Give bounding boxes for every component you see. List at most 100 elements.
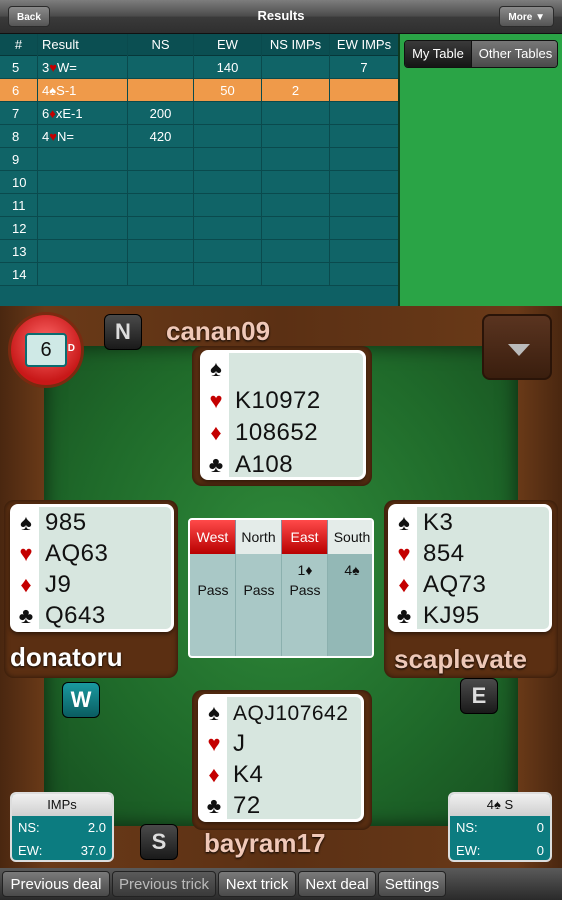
cell-num: 9: [0, 148, 38, 171]
seat-south: S: [140, 824, 178, 860]
imps-score-box: IMPs NS: 2.0 EW: 37.0: [10, 792, 114, 862]
cell-ns-imps: [262, 171, 330, 194]
heart-icon: ♥: [397, 541, 411, 566]
dropdown-menu-button[interactable]: [482, 314, 552, 380]
table-row[interactable]: 9: [0, 148, 398, 171]
table-row[interactable]: 14: [0, 263, 398, 286]
spade-icon: ♠: [210, 356, 222, 381]
cell-result: [38, 263, 128, 286]
table-row[interactable]: 10: [0, 171, 398, 194]
imps-ns-value: 2.0: [87, 820, 106, 835]
bid-header-west: West: [190, 520, 236, 554]
cell-ns: 200: [128, 102, 194, 125]
tab-my-table[interactable]: My Table: [405, 41, 471, 67]
cell-ns-imps: [262, 102, 330, 125]
results-header: # Result NS EW NS IMPs EW IMPs: [0, 34, 398, 56]
north-diamonds-cards: 108652: [235, 419, 319, 446]
cell-num: 14: [0, 263, 38, 286]
south-clubs: ♣ 72: [201, 790, 261, 822]
cell-ew: [194, 263, 262, 286]
previous-deal-button[interactable]: Previous deal: [2, 871, 110, 897]
east-diamonds-cards: AQ73: [423, 571, 487, 598]
cell-ew: 50: [194, 79, 262, 102]
table-row[interactable]: 5 3♥W= 140 7: [0, 56, 398, 79]
table-row[interactable]: 7 6♦xE-1 200: [0, 102, 398, 125]
cell-result: [38, 217, 128, 240]
contract-title: 4♠ S: [450, 794, 550, 816]
cell-ns-imps: [262, 148, 330, 171]
contract-ns-row: NS: 0: [450, 816, 550, 839]
dealer-marker: D: [67, 343, 75, 354]
table-row[interactable]: 8 4♥N= 420: [0, 125, 398, 148]
cell-result: 4♠S-1: [38, 79, 128, 102]
next-trick-button[interactable]: Next trick: [218, 871, 296, 897]
settings-button[interactable]: Settings: [378, 871, 446, 897]
navigation-bar: Back Results More ▼: [0, 0, 562, 34]
bid-north-2: Pass: [243, 582, 275, 598]
north-clubs: ♣ A108: [203, 449, 293, 481]
east-diamonds: ♦ AQ73: [391, 569, 486, 601]
north-hearts-cards: K10972: [235, 387, 321, 414]
app-root: Back Results More ▼ # Result NS EW NS IM…: [0, 0, 562, 900]
cell-num: 11: [0, 194, 38, 217]
hand-north[interactable]: ♠ ♥ K10972 ♦ 108652 ♣ A108: [200, 350, 366, 480]
cell-ew-imps: [330, 171, 398, 194]
north-diamonds: ♦ 108652: [203, 417, 318, 449]
table-row[interactable]: 11: [0, 194, 398, 217]
diamond-icon: ♦: [210, 420, 222, 445]
seat-east: E: [460, 678, 498, 714]
bid-header-north: North: [236, 520, 282, 554]
results-table: # Result NS EW NS IMPs EW IMPs 5 3♥W= 140 7…: [0, 34, 398, 306]
tables-panel: My Table Other Tables: [398, 34, 562, 306]
diamond-icon: ♦: [20, 572, 32, 597]
table-row[interactable]: 6 4♠S-1 50 2: [0, 79, 398, 102]
cell-ew-imps: [330, 125, 398, 148]
north-hearts: ♥ K10972: [203, 385, 321, 417]
contract-ew-label: EW:: [456, 843, 481, 858]
cell-ns: [128, 263, 194, 286]
player-name-south: bayram17: [204, 828, 326, 858]
diamond-icon: ♦: [208, 762, 220, 787]
tab-other-tables[interactable]: Other Tables: [471, 41, 557, 67]
east-hearts: ♥ 854: [391, 538, 465, 570]
west-clubs-cards: Q643: [45, 602, 106, 629]
west-diamonds-cards: J9: [45, 571, 72, 598]
cell-ew-imps: [330, 217, 398, 240]
north-clubs-cards: A108: [235, 451, 294, 478]
cell-ns: [128, 217, 194, 240]
contract-ew-row: EW: 0: [450, 839, 550, 860]
heart-icon: ♥: [19, 541, 33, 566]
contract-score-box: 4♠ S NS: 0 EW: 0: [448, 792, 552, 862]
imps-ew-row: EW: 37.0: [12, 839, 112, 860]
bid-header-east: East: [282, 520, 328, 554]
cell-ns-imps: [262, 194, 330, 217]
previous-trick-button[interactable]: Previous trick: [112, 871, 216, 897]
heart-icon: ♥: [209, 388, 223, 413]
more-button[interactable]: More ▼: [499, 6, 554, 27]
hand-west[interactable]: ♠ 985 ♥ AQ63 ♦ J9 ♣ Q643: [10, 504, 174, 632]
cell-ew: 140: [194, 56, 262, 79]
south-hearts: ♥ J: [201, 728, 246, 760]
cell-ew: [194, 240, 262, 263]
east-hearts-cards: 854: [423, 540, 465, 567]
col-header-num: #: [0, 34, 38, 56]
heart-icon: ♥: [207, 731, 221, 756]
cell-ns-imps: [262, 217, 330, 240]
club-icon: ♣: [206, 793, 222, 818]
table-row[interactable]: 13: [0, 240, 398, 263]
west-spades-cards: 985: [45, 509, 87, 536]
diamond-icon: ♦: [398, 572, 410, 597]
next-deal-button[interactable]: Next deal: [298, 871, 376, 897]
west-spades: ♠ 985: [13, 507, 87, 539]
hand-south[interactable]: ♠ AQJ107642 ♥ J ♦ K4 ♣ 72: [198, 694, 364, 822]
imps-ns-row: NS: 2.0: [12, 816, 112, 839]
cell-result: 6♦xE-1: [38, 102, 128, 125]
board-number: 6: [25, 333, 67, 367]
table-row[interactable]: 12: [0, 217, 398, 240]
imps-ns-label: NS:: [18, 820, 40, 835]
col-header-ew: EW: [194, 34, 262, 56]
contract-ns-label: NS:: [456, 820, 478, 835]
hand-east[interactable]: ♠ K3 ♥ 854 ♦ AQ73 ♣ KJ95: [388, 504, 552, 632]
cell-ew-imps: [330, 148, 398, 171]
table-segmented-control: My Table Other Tables: [404, 40, 558, 68]
